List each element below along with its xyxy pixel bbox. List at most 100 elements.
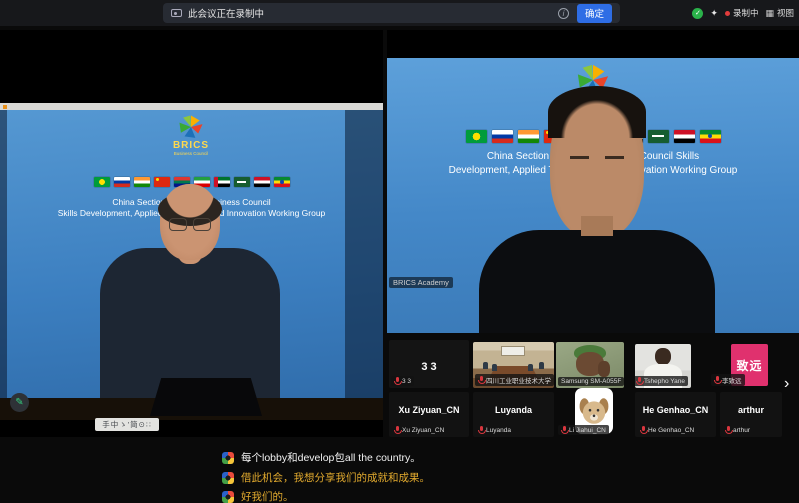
- presenter-glasses: [169, 218, 211, 230]
- muted-mic-icon: [394, 426, 400, 434]
- participant-name-tag: Luyanda: [475, 425, 514, 435]
- recording-screen-icon: [171, 9, 182, 17]
- flag-ethiopia-icon: [274, 177, 290, 187]
- security-shield-icon[interactable]: ✓: [692, 8, 703, 19]
- participant-label: Xu Ziyuan_CN: [389, 405, 469, 415]
- recording-notification: 此会议正在录制中 i 确定: [163, 3, 620, 23]
- video-feed-left[interactable]: BRICS Business Council China Section of …: [0, 30, 383, 437]
- brics-logo: BRICS Business Council: [151, 114, 231, 156]
- speaker-brows: [570, 156, 624, 159]
- participant-tile[interactable]: 3 3 3 3: [389, 340, 469, 388]
- flag-india-icon: [134, 177, 150, 187]
- flag-uae-icon: [214, 177, 230, 187]
- info-icon[interactable]: i: [558, 8, 569, 19]
- participant-avatar-text: 致远: [736, 357, 762, 374]
- muted-mic-icon: [394, 377, 400, 385]
- caption-text: 好我们的。: [241, 489, 294, 503]
- speaker-name-label: BRICS Academy: [389, 277, 453, 288]
- speaker-body: [479, 230, 715, 333]
- grid-view-icon: ▦: [765, 8, 774, 19]
- meeting-window: 此会议正在录制中 i 确定 ✓ ✦ 录制中 ▦ 视图: [0, 0, 799, 503]
- attendee-figure: [492, 364, 497, 371]
- flag-brazil-icon: [94, 177, 110, 187]
- shared-window-titlebar: [0, 103, 383, 110]
- flag-ethiopia-icon: [700, 130, 721, 143]
- flag-saudi-arabia-icon: [234, 177, 250, 187]
- flag-russia-icon: [492, 130, 513, 143]
- participant-label: arthur: [720, 405, 782, 415]
- translation-icon: [222, 472, 234, 484]
- muted-mic-icon: [725, 426, 731, 434]
- participant-tile[interactable]: Xu Ziyuan_CN Xu Ziyuan_CN: [389, 392, 469, 437]
- top-right-controls: ✓ ✦ 录制中 ▦ 视图: [692, 0, 794, 26]
- caption-text: 借此机会，我想分享我们的成就和成果。: [241, 470, 430, 485]
- participant-tile[interactable]: Luyanda Luyanda: [473, 392, 554, 437]
- annotate-pencil-button[interactable]: ✎: [10, 393, 29, 412]
- translation-icon: [222, 452, 234, 464]
- participant-name-tag: Samsung SM-A055F: [558, 377, 624, 386]
- brics-logo-text: BRICS: [151, 140, 231, 151]
- caption-line: 借此机会，我想分享我们的成就和成果。: [222, 470, 430, 485]
- participant-name-tag: 四川工业职业技术大学: [475, 374, 554, 386]
- participant-tile[interactable]: arthur arthur: [720, 392, 782, 437]
- speaker-neck: [581, 216, 613, 236]
- muted-mic-icon: [561, 426, 567, 434]
- muted-mic-icon: [478, 376, 484, 384]
- participant-name-tag: arthur: [722, 425, 753, 435]
- ime-toolbar[interactable]: 手中ゝ'简⊙∷: [95, 418, 159, 431]
- participant-name-tag: 3 3: [391, 376, 414, 386]
- attendee-figure: [483, 362, 488, 369]
- brics-logo-subtext: Business Council: [151, 151, 231, 156]
- flag-saudi-arabia-icon: [648, 130, 669, 143]
- conference-room-screen: [501, 346, 525, 356]
- participant-name-tag: 李致远: [711, 374, 745, 386]
- speaker-hair: [548, 86, 646, 138]
- window-app-icon: [3, 105, 7, 109]
- view-button-label: 视图: [777, 7, 794, 19]
- video-feed-right[interactable]: BRICS Business Council China Section of …: [387, 30, 799, 333]
- participant-tile[interactable]: 致远 李致远: [731, 344, 768, 386]
- confirm-button[interactable]: 确定: [577, 4, 612, 23]
- recording-dot-icon: [725, 11, 730, 16]
- participant-name-tag: Li Jiahui_CN: [558, 425, 609, 435]
- left-dark-edge: [0, 110, 7, 420]
- attendee-figure: [539, 362, 544, 369]
- caption-text: 每个lobby和develop包all the country。: [241, 450, 421, 465]
- recording-status[interactable]: 录制中: [725, 7, 759, 19]
- participant-tile[interactable]: Tshepho Yane: [635, 344, 691, 388]
- participant-name-tag: Xu Ziyuan_CN: [391, 425, 447, 435]
- recording-status-label: 录制中: [733, 7, 759, 19]
- caption-line: 每个lobby和develop包all the country。: [222, 450, 421, 465]
- participant-tile[interactable]: Li Jiahui_CN: [556, 392, 624, 437]
- right-slide-background: BRICS Business Council China Section of …: [387, 58, 799, 333]
- translation-icon: [222, 491, 234, 503]
- flag-egypt-icon: [254, 177, 270, 187]
- presenter-head: [160, 184, 220, 260]
- participant-label: 3 3: [389, 361, 469, 373]
- brics-pinwheel-icon: [178, 114, 204, 140]
- participant-face: [655, 348, 671, 365]
- participant-label: Luyanda: [473, 405, 554, 415]
- attendee-figure: [528, 364, 533, 371]
- participant-hand: [598, 361, 610, 377]
- view-button[interactable]: ▦ 视图: [765, 7, 794, 19]
- participant-tile[interactable]: He Genhao_CN He Genhao_CN: [635, 392, 716, 437]
- muted-mic-icon: [714, 376, 720, 384]
- flag-india-icon: [518, 130, 539, 143]
- participant-tile[interactable]: 四川工业职业技术大学: [473, 342, 554, 388]
- muted-mic-icon: [478, 426, 484, 434]
- participant-name-tag: He Genhao_CN: [637, 425, 697, 435]
- flag-russia-icon: [114, 177, 130, 187]
- right-dark-edge: [345, 110, 383, 420]
- chevron-right-icon[interactable]: ›: [784, 375, 789, 393]
- recording-notice-text: 此会议正在录制中: [188, 6, 264, 20]
- muted-mic-icon: [640, 426, 646, 434]
- participant-label: He Genhao_CN: [635, 405, 716, 415]
- participant-tile[interactable]: Samsung SM-A055F: [556, 342, 624, 388]
- participant-name-tag: Tshepho Yane: [635, 376, 688, 386]
- top-bar: 此会议正在录制中 i 确定 ✓ ✦ 录制中 ▦ 视图: [0, 0, 799, 26]
- flag-china-icon: [154, 177, 170, 187]
- flag-brazil-icon: [466, 130, 487, 143]
- left-slide-background: BRICS Business Council China Section of …: [0, 110, 383, 420]
- sparkle-icon[interactable]: ✦: [710, 8, 718, 19]
